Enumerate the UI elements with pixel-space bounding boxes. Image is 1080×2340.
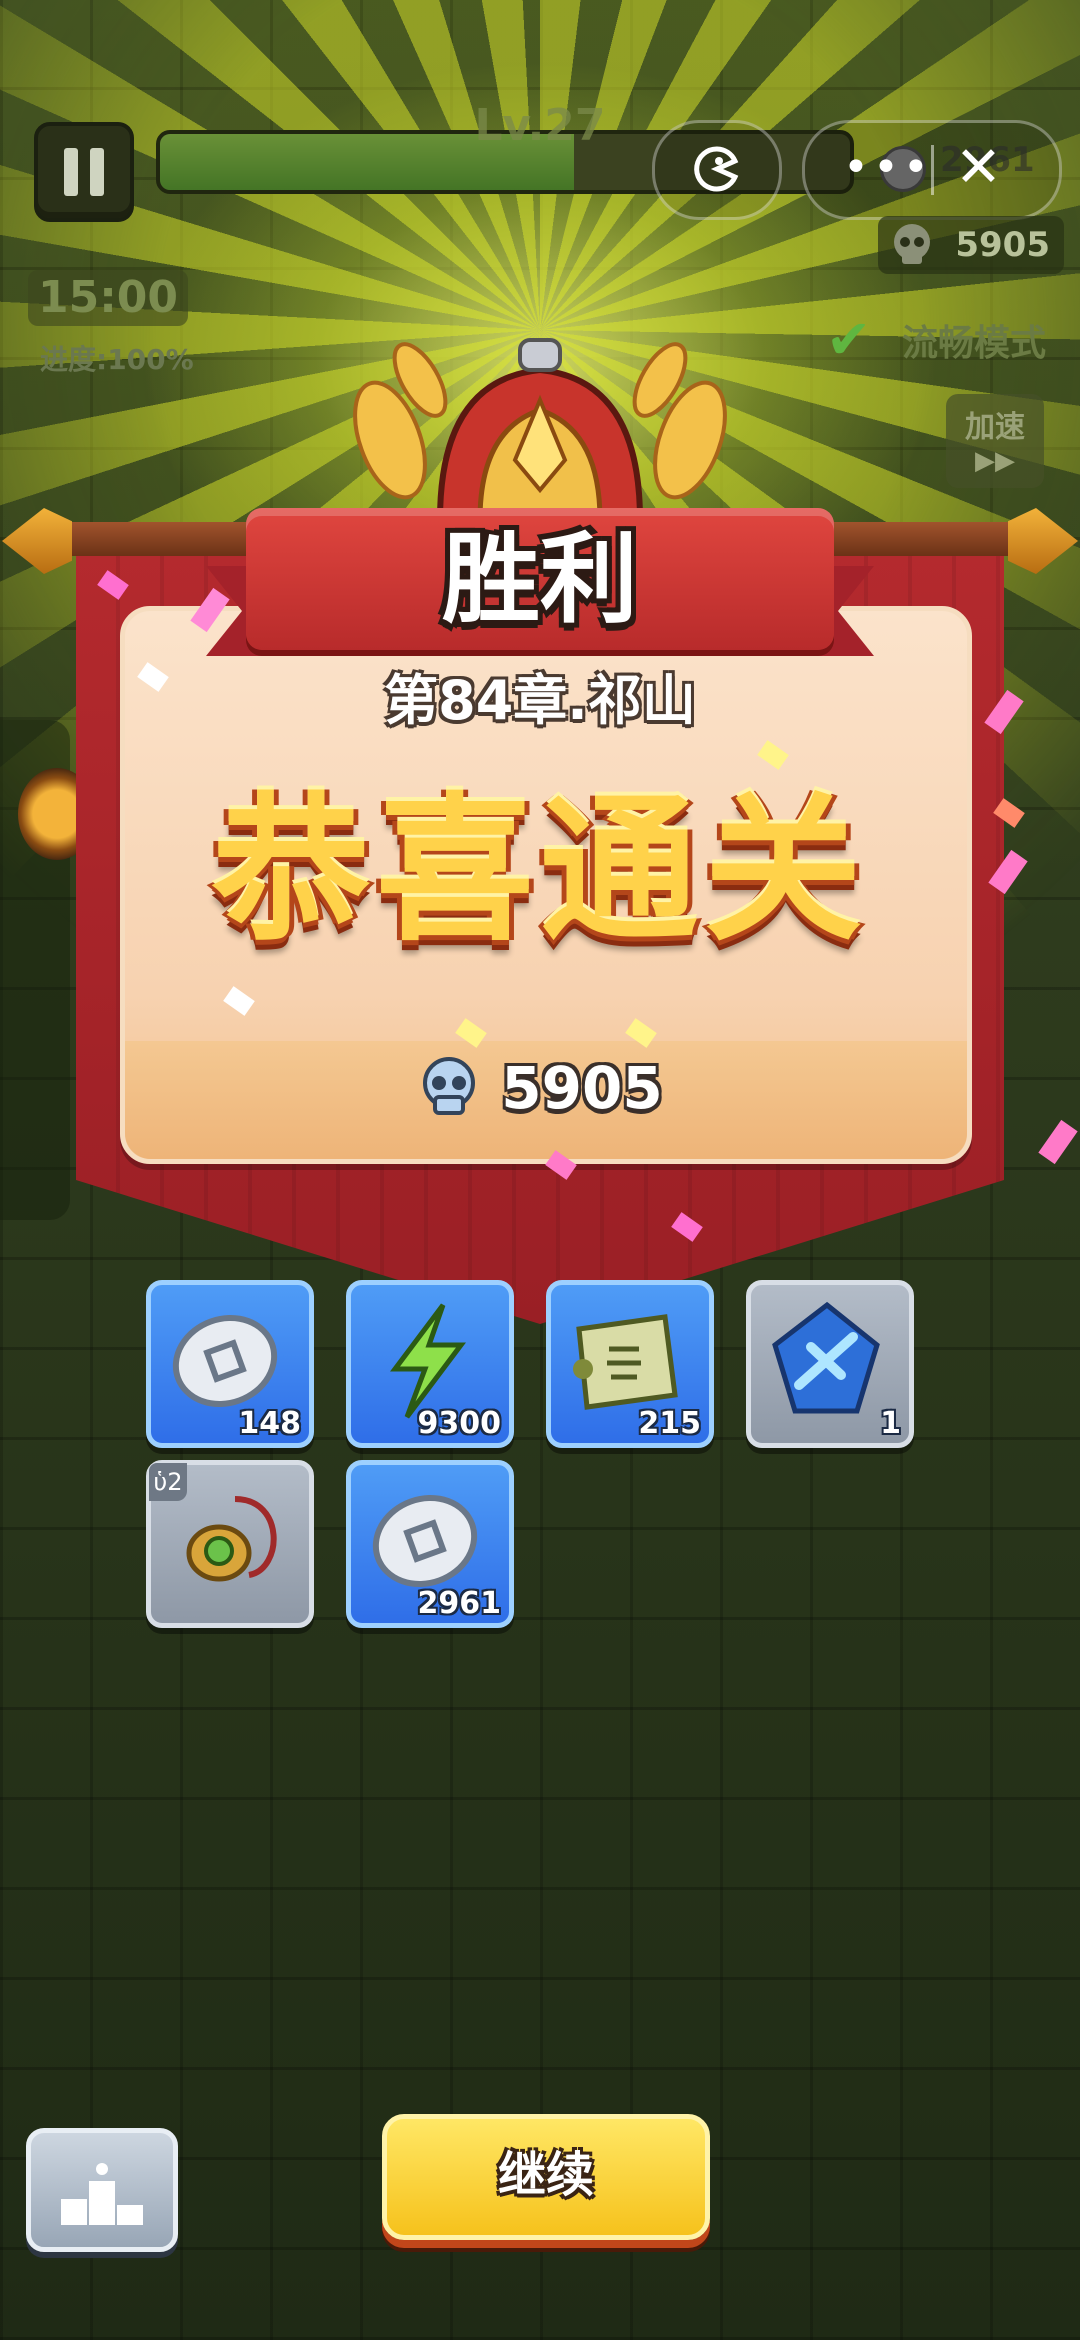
- reward-item-gem[interactable]: 1: [746, 1280, 914, 1448]
- reward-item-amulet[interactable]: ὑ2: [146, 1460, 314, 1628]
- fast-forward-icon: ▶▶: [975, 446, 1015, 476]
- sword-gem-icon: [772, 1301, 880, 1414]
- hud-skull-counter: 5905: [878, 216, 1064, 274]
- progress-text: 进度:100%: [40, 343, 194, 376]
- timer: 15:00: [28, 270, 188, 326]
- score-value: 5905: [501, 1054, 663, 1122]
- scroll-icon: [573, 1314, 678, 1410]
- score-row: 5905: [0, 1054, 1080, 1122]
- mini-program-menu: ••• ✕: [802, 120, 1062, 220]
- smooth-mode-toggle[interactable]: ✔ 流畅模式: [826, 306, 1076, 371]
- reward-item-energy[interactable]: 9300: [346, 1280, 514, 1448]
- congrats-text: 恭喜通关: [212, 779, 868, 963]
- pacman-icon: [694, 146, 739, 192]
- reward-item-silver-coin[interactable]: 148: [146, 1280, 314, 1448]
- energy-bolt-icon: [390, 1303, 466, 1419]
- more-options-icon[interactable]: •••: [843, 123, 933, 213]
- podium-icon: [61, 2163, 143, 2225]
- leaderboard-button[interactable]: [26, 2128, 178, 2252]
- reward-item-silver-coin-2[interactable]: 2961: [346, 1460, 514, 1628]
- speed-up-button[interactable]: 加速 ▶▶: [946, 394, 1044, 488]
- reward-item-scroll[interactable]: 215: [546, 1280, 714, 1448]
- amulet-icon: [186, 1496, 277, 1582]
- check-icon: ✔: [826, 308, 872, 371]
- chapter-title: 第84章.祁山: [384, 669, 696, 732]
- silver-coin-icon: [172, 1314, 278, 1408]
- silver-coin-icon: [372, 1494, 478, 1588]
- close-icon[interactable]: ✕: [955, 123, 1002, 213]
- victory-title: 胜利: [441, 523, 638, 637]
- continue-button[interactable]: 继续: [382, 2114, 710, 2240]
- mini-game-icon-button[interactable]: [652, 120, 782, 220]
- skull-icon: [423, 1057, 476, 1115]
- game-scene: Lv.27 2961 ••• ✕ 5905 ✔ 流畅模式 加速 ▶▶ 15:00…: [0, 0, 1080, 2340]
